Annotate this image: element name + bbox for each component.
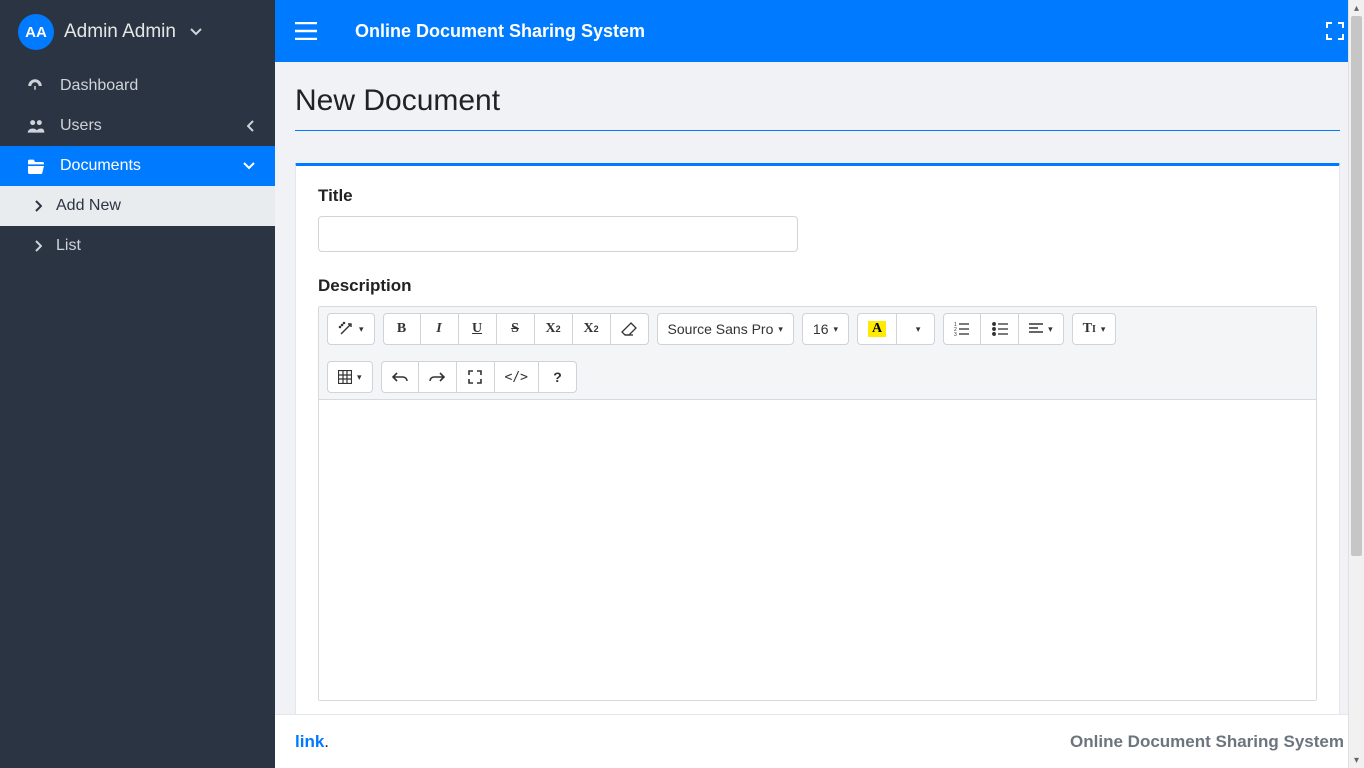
- ordered-list-button[interactable]: 123: [943, 313, 981, 345]
- content: New Document Title Description: [275, 62, 1364, 714]
- user-menu[interactable]: AA Admin Admin: [0, 0, 275, 66]
- field-description-block: Description ▾ B: [318, 276, 1317, 701]
- footer-dot: .: [324, 732, 329, 752]
- subnav-list[interactable]: List: [0, 226, 275, 266]
- font-color-a: A: [868, 321, 886, 337]
- bold-button[interactable]: B: [383, 313, 421, 345]
- align-button[interactable]: ▾: [1019, 313, 1064, 345]
- font-family-select[interactable]: Source Sans Pro ▾: [657, 313, 794, 345]
- underline-button[interactable]: U: [459, 313, 497, 345]
- caret-down-icon: ▾: [1048, 324, 1053, 335]
- strike-button[interactable]: S: [497, 313, 535, 345]
- caret-down-icon: ▾: [916, 324, 921, 335]
- chevron-down-icon: [243, 162, 255, 170]
- nav-documents-sub: Add New List: [0, 186, 275, 266]
- font-family-label: Source Sans Pro: [668, 321, 774, 337]
- editor-toolbar: ▾ B I U S X2 X2: [319, 307, 1316, 400]
- editor-textarea[interactable]: [319, 400, 1316, 700]
- editor: ▾ B I U S X2 X2: [318, 306, 1317, 701]
- code-view-button[interactable]: </>: [495, 361, 539, 393]
- scroll-thumb[interactable]: [1351, 16, 1362, 556]
- eraser-button[interactable]: [611, 313, 649, 345]
- page-title: New Document: [295, 84, 1340, 118]
- topbar: Online Document Sharing System: [275, 0, 1364, 62]
- subscript-button[interactable]: X2: [573, 313, 611, 345]
- font-color-button[interactable]: A: [857, 313, 897, 345]
- fullscreen-editor-button[interactable]: [457, 361, 495, 393]
- page-brand: Online Document Sharing System: [355, 21, 645, 42]
- scrollbar[interactable]: ▴ ▾: [1348, 0, 1364, 768]
- dashboard-icon: [26, 77, 46, 95]
- font-color-more-button[interactable]: ▾: [897, 313, 935, 345]
- scroll-down-icon[interactable]: ▾: [1349, 752, 1364, 768]
- nav-users[interactable]: Users: [0, 106, 275, 146]
- user-name: Admin Admin: [64, 21, 176, 43]
- svg-text:3: 3: [954, 332, 957, 336]
- nav-dashboard[interactable]: Dashboard: [0, 66, 275, 106]
- chevron-right-icon: [34, 240, 42, 252]
- field-title-block: Title: [318, 186, 1317, 252]
- superscript-button[interactable]: X2: [535, 313, 573, 345]
- title-divider: [295, 130, 1340, 131]
- scroll-up-icon[interactable]: ▴: [1349, 0, 1364, 16]
- description-label: Description: [318, 276, 1317, 296]
- magic-button[interactable]: ▾: [327, 313, 375, 345]
- font-size-label: 16: [813, 321, 829, 337]
- nav-documents-label: Documents: [60, 157, 141, 175]
- table-button[interactable]: ▾: [327, 361, 373, 393]
- redo-button[interactable]: [419, 361, 457, 393]
- caret-down-icon: ▾: [357, 372, 362, 383]
- title-label: Title: [318, 186, 1317, 206]
- chevron-right-icon: [34, 200, 42, 212]
- help-button[interactable]: ?: [539, 361, 577, 393]
- footer-link[interactable]: link: [295, 732, 324, 752]
- subnav-add-new-label: Add New: [56, 197, 121, 215]
- italic-button[interactable]: I: [421, 313, 459, 345]
- caret-down-icon: ▾: [359, 324, 364, 335]
- main: Online Document Sharing System New Docum…: [275, 0, 1364, 768]
- unordered-list-button[interactable]: [981, 313, 1019, 345]
- users-icon: [26, 117, 46, 135]
- avatar: AA: [18, 14, 54, 50]
- footer-right-text: Online Document Sharing System: [1070, 732, 1344, 752]
- chevron-left-icon: [247, 120, 255, 132]
- footer: link. Online Document Sharing System: [275, 714, 1364, 768]
- nav-documents[interactable]: Documents: [0, 146, 275, 186]
- heading-button[interactable]: TI ▾: [1072, 313, 1117, 345]
- title-input[interactable]: [318, 216, 798, 252]
- subnav-list-label: List: [56, 237, 81, 255]
- heading-glyph: T: [1083, 321, 1092, 337]
- hamburger-icon[interactable]: [295, 22, 319, 40]
- sidebar: AA Admin Admin Dashboard Users: [0, 0, 275, 768]
- caret-down-icon: [190, 28, 202, 36]
- nav-users-label: Users: [60, 117, 102, 135]
- caret-down-icon: ▾: [833, 324, 838, 335]
- nav-list: Dashboard Users Documents: [0, 66, 275, 186]
- form-card: Title Description ▾: [295, 163, 1340, 714]
- subnav-add-new[interactable]: Add New: [0, 186, 275, 226]
- caret-down-icon: ▾: [778, 324, 783, 335]
- undo-button[interactable]: [381, 361, 419, 393]
- font-size-select[interactable]: 16 ▾: [802, 313, 849, 345]
- folder-open-icon: [26, 158, 46, 174]
- nav-dashboard-label: Dashboard: [60, 77, 138, 95]
- fullscreen-icon[interactable]: [1326, 22, 1344, 40]
- caret-down-icon: ▾: [1101, 324, 1106, 335]
